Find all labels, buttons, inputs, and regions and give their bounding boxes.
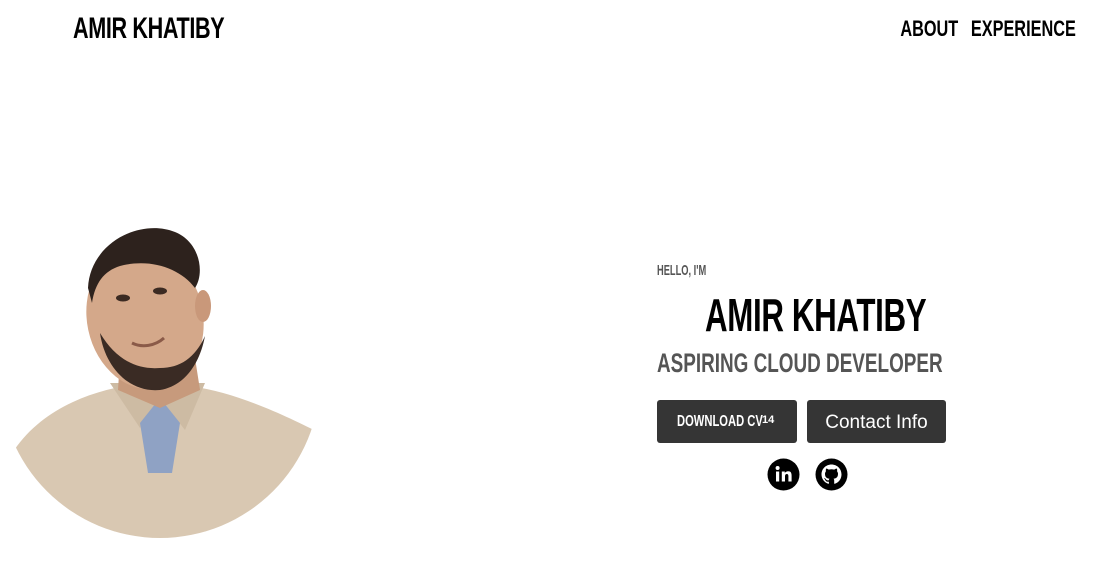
linkedin-icon[interactable] — [767, 458, 800, 491]
github-icon[interactable] — [815, 458, 848, 491]
greeting-text: HELLO, I'M — [657, 262, 707, 279]
profile-photo-illustration — [0, 218, 320, 538]
site-logo[interactable]: AMIR KHATIBY — [73, 12, 225, 46]
nav-about-link[interactable]: ABOUT — [900, 16, 958, 42]
page: AMIR KHATIBY ABOUT EXPERIENCE HELLO, I'M… — [0, 0, 1095, 572]
hero-title: ASPIRING CLOUD DEVELOPER — [657, 348, 943, 378]
nav-experience-link[interactable]: EXPERIENCE — [971, 16, 1076, 42]
download-cv-count-badge: 14 — [762, 414, 775, 426]
contact-info-button[interactable]: Contact Info — [807, 400, 946, 443]
hero-name: AMIR KHATIBY — [705, 289, 927, 341]
social-links — [767, 458, 849, 492]
profile-photo — [0, 218, 320, 538]
download-cv-label: DOWNLOAD CV — [677, 413, 763, 430]
download-cv-button[interactable]: DOWNLOAD CV 14 — [657, 400, 797, 443]
